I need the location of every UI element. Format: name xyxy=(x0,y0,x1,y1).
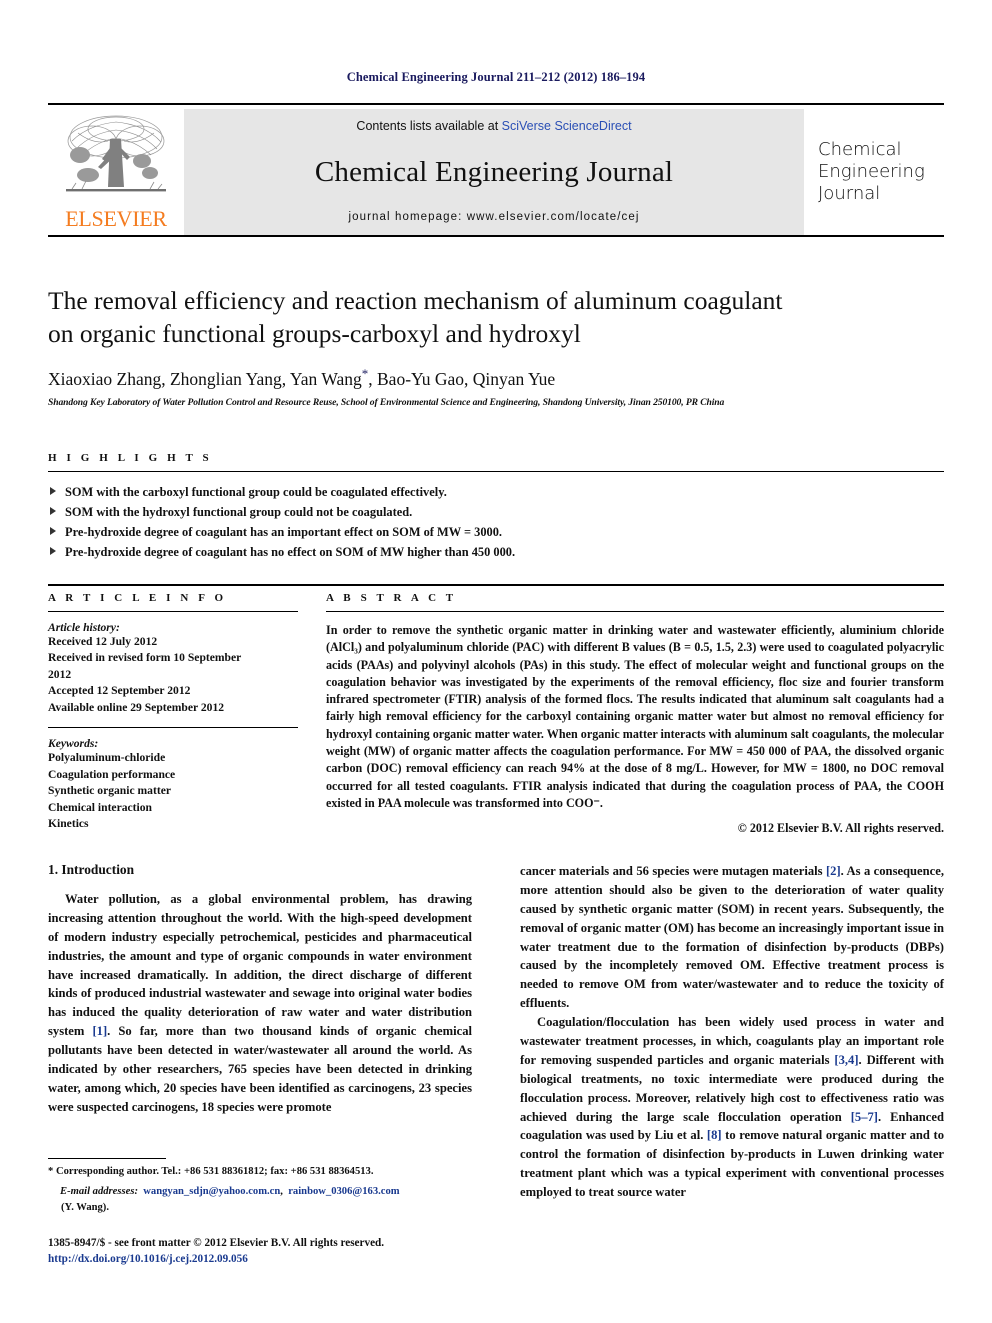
article-info-rule xyxy=(48,611,298,612)
body-column-left: 1. Introduction Water pollution, as a gl… xyxy=(48,862,472,1202)
journal-cover-title: Chemical Engineering Journal xyxy=(818,139,925,205)
history-line: Accepted 12 September 2012 xyxy=(48,684,191,698)
abstract-label: A B S T R A C T xyxy=(326,592,457,604)
bullet-triangle-icon xyxy=(50,527,56,536)
email-label: E-mail addresses: xyxy=(60,1186,138,1198)
list-item: SOM with the hydroxyl functional group c… xyxy=(48,502,944,522)
keyword-item: Coagulation performance xyxy=(48,767,176,781)
abstract-text: In order to remove the synthetic organic… xyxy=(326,623,944,810)
article-history-group: Article history: Received 12 July 2012 R… xyxy=(48,621,298,716)
info-abstract-area: A R T I C L E I N F O Article history: R… xyxy=(48,592,944,836)
paragraph-text: Water pollution, as a global environment… xyxy=(48,892,472,1039)
history-line: Available online 29 September 2012 xyxy=(48,700,225,714)
keyword-item: Synthetic organic matter xyxy=(48,784,171,798)
article-info-column: A R T I C L E I N F O Article history: R… xyxy=(48,592,298,836)
history-line: Received 12 July 2012 xyxy=(48,635,158,648)
list-item: SOM with the carboxyl functional group c… xyxy=(48,482,944,502)
journal-title: Chemical Engineering Journal xyxy=(314,155,674,188)
email-attribution: (Y. Wang). xyxy=(61,1201,109,1213)
paragraph-text: . So far, more than two thousand kinds o… xyxy=(48,1024,472,1114)
citation-ref[interactable]: [3,4] xyxy=(834,1053,858,1067)
sciencedirect-link[interactable]: SciVerse ScienceDirect xyxy=(502,119,632,133)
keywords-group: Keywords: Polyaluminum-chloride Coagulat… xyxy=(48,737,298,832)
body-columns: 1. Introduction Water pollution, as a gl… xyxy=(48,862,944,1202)
paragraph: Coagulation/flocculation has been widely… xyxy=(520,1013,944,1202)
citation-ref[interactable]: [8] xyxy=(707,1128,722,1142)
highlights-bottom-rule xyxy=(48,584,944,587)
history-line: Received in revised form 10 September xyxy=(48,651,242,665)
highlights-label: H I G H L I G H T S xyxy=(48,452,213,464)
title-block: The removal efficiency and reaction mech… xyxy=(48,285,944,408)
email-note: E-mail addresses: wangyan_sdjn@yahoo.com… xyxy=(60,1186,400,1213)
contents-prefix: Contents lists available at xyxy=(356,119,502,133)
colophon-block: 1385-8947/$ - see front matter © 2012 El… xyxy=(48,1236,508,1267)
doi-link[interactable]: http://dx.doi.org/10.1016/j.cej.2012.09.… xyxy=(48,1252,508,1268)
journal-masthead: ELSEVIER Contents lists available at Sci… xyxy=(48,103,944,237)
paragraph: cancer materials and 56 species were mut… xyxy=(520,862,944,1013)
highlight-text: Pre-hydroxide degree of coagulant has no… xyxy=(65,545,516,560)
highlight-text: SOM with the carboxyl functional group c… xyxy=(65,485,447,499)
keyword-item: Kinetics xyxy=(48,817,89,831)
bullet-triangle-icon xyxy=(50,547,56,556)
cover-title-line-1: Chemical xyxy=(818,139,902,161)
article-info-separator xyxy=(48,727,298,729)
highlight-text: Pre-hydroxide degree of coagulant has an… xyxy=(65,525,503,540)
footnote-block: * Corresponding author. Tel.: +86 531 88… xyxy=(48,1158,472,1215)
highlight-text: SOM with the hydroxyl functional group c… xyxy=(65,505,413,520)
list-item: Pre-hydroxide degree of coagulant has no… xyxy=(48,542,944,562)
email-link-2[interactable]: rainbow_0306@163.com xyxy=(288,1186,399,1197)
citation-ref[interactable]: [1] xyxy=(92,1024,107,1038)
corresponding-author-note: * Corresponding author. Tel.: +86 531 88… xyxy=(48,1166,374,1177)
keywords-heading: Keywords: xyxy=(48,737,99,751)
journal-cover-block: Chemical Engineering Journal xyxy=(804,109,944,235)
cover-title-line-2: Engineering xyxy=(818,161,925,183)
paragraph-text: cancer materials and 56 species were mut… xyxy=(520,864,826,878)
running-head: Chemical Engineering Journal 211–212 (20… xyxy=(346,70,646,84)
masthead-bottom-rule xyxy=(48,235,944,237)
abstract-column: A B S T R A C T In order to remove the s… xyxy=(298,592,944,836)
elsevier-tree-icon xyxy=(66,115,166,192)
paragraph-text: . As a consequence, more attention shoul… xyxy=(520,864,944,1011)
title-line-2: on organic functional groups-carboxyl an… xyxy=(48,318,581,348)
highlights-list: SOM with the carboxyl functional group c… xyxy=(48,482,944,562)
contents-available-line: Contents lists available at SciVerse Sci… xyxy=(356,119,631,133)
paper-page: Chemical Engineering Journal 211–212 (20… xyxy=(0,0,992,1323)
bullet-triangle-icon xyxy=(50,507,56,516)
article-history-heading: Article history: xyxy=(48,621,120,634)
footnote-rule xyxy=(48,1158,166,1159)
page-title: The removal efficiency and reaction mech… xyxy=(48,285,944,350)
masthead-top-rule xyxy=(48,103,944,105)
issn-line: 1385-8947/$ - see front matter © 2012 El… xyxy=(48,1237,385,1249)
article-info-label: A R T I C L E I N F O xyxy=(48,592,227,604)
citation-ref[interactable]: [5–7] xyxy=(851,1110,878,1124)
highlights-section: H I G H L I G H T S SOM with the carboxy… xyxy=(48,452,944,587)
authors-main: Xiaoxiao Zhang, Zhonglian Yang, Yan Wang xyxy=(48,369,362,390)
abstract-rule xyxy=(326,611,944,612)
elsevier-logo: ELSEVIER xyxy=(48,109,184,235)
list-item: Pre-hydroxide degree of coagulant has an… xyxy=(48,522,944,542)
title-line-1: The removal efficiency and reaction mech… xyxy=(48,286,783,315)
keyword-item: Chemical interaction xyxy=(48,800,152,814)
citation-ref[interactable]: [2] xyxy=(826,864,841,878)
abstract-copyright: © 2012 Elsevier B.V. All rights reserved… xyxy=(737,821,944,836)
email-link-1[interactable]: wangyan_sdjn@yahoo.com.cn xyxy=(143,1186,280,1197)
history-line: 2012 xyxy=(48,667,72,681)
cover-title-line-3: Journal xyxy=(818,182,881,204)
section-heading-introduction: 1. Introduction xyxy=(48,862,135,877)
masthead-center-panel: Contents lists available at SciVerse Sci… xyxy=(184,109,804,235)
paragraph: Water pollution, as a global environment… xyxy=(48,890,472,1117)
body-column-right: cancer materials and 56 species were mut… xyxy=(520,862,944,1202)
highlights-rule xyxy=(48,471,944,472)
authors-tail: , Bao-Yu Gao, Qinyan Yue xyxy=(368,369,556,390)
keyword-item: Polyaluminum-chloride xyxy=(48,751,166,765)
elsevier-wordmark: ELSEVIER xyxy=(65,206,167,231)
bullet-triangle-icon xyxy=(50,487,56,495)
journal-homepage-link[interactable]: journal homepage: www.elsevier.com/locat… xyxy=(348,211,639,223)
affiliation: Shandong Key Laboratory of Water Polluti… xyxy=(48,397,725,409)
author-list: Xiaoxiao Zhang, Zhonglian Yang, Yan Wang… xyxy=(48,366,944,390)
